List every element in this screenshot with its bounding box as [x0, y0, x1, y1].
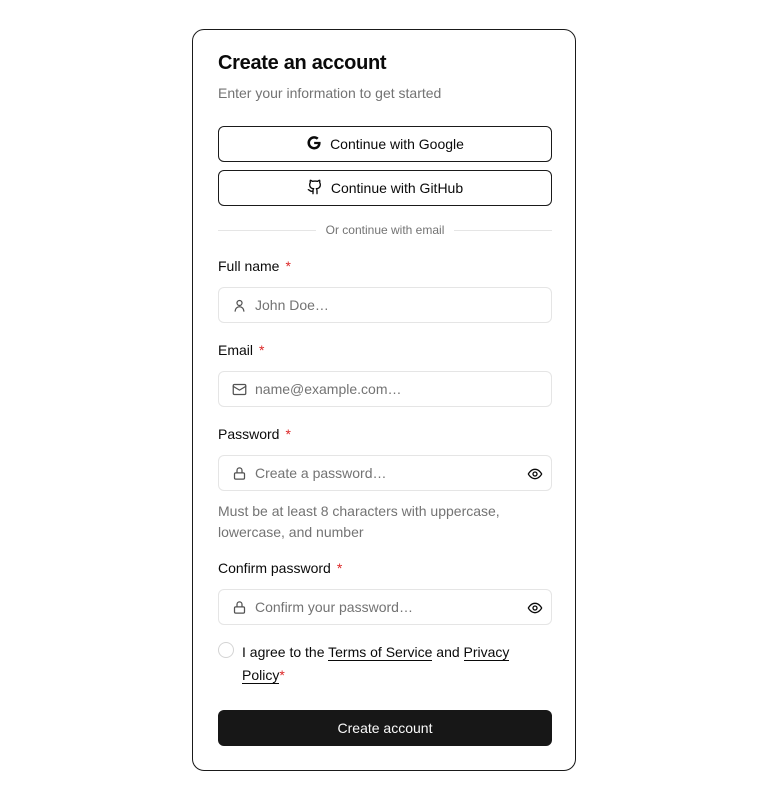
email-label: Email *	[218, 342, 264, 358]
page-subtitle: Enter your information to get started	[218, 85, 442, 101]
google-button-label: Continue with Google	[330, 136, 464, 152]
password-label-text: Password	[218, 426, 280, 442]
github-icon	[307, 179, 323, 198]
terms-agreement-text: I agree to the Terms of Service and Priv…	[242, 641, 542, 687]
email-label-text: Email	[218, 342, 254, 358]
full-name-input[interactable]	[255, 297, 505, 313]
agreement-prefix: I agree to the	[242, 644, 329, 660]
full-name-label-text: Full name	[218, 258, 280, 274]
divider-line-left	[218, 229, 316, 231]
show-password-eye-icon[interactable]	[527, 466, 543, 482]
signup-card: Create an account Enter your information…	[192, 29, 576, 771]
google-icon	[306, 135, 322, 154]
confirm-password-label: Confirm password *	[218, 560, 342, 576]
continue-with-google-button[interactable]: Continue with Google	[218, 126, 552, 162]
create-account-button[interactable]: Create account	[218, 710, 552, 746]
required-asterisk: *	[285, 426, 291, 442]
required-asterisk: *	[279, 667, 285, 683]
terms-checkbox[interactable]	[218, 642, 234, 658]
required-asterisk: *	[336, 560, 343, 576]
full-name-field[interactable]	[218, 287, 552, 323]
password-hint: Must be at least 8 characters with upper…	[218, 503, 500, 540]
password-field[interactable]	[218, 455, 552, 491]
terms-of-service-link[interactable]: Terms of Service	[328, 644, 433, 661]
page-title: Create an account	[218, 52, 387, 74]
agreement-conjunction: and	[432, 644, 464, 660]
email-input[interactable]	[255, 381, 505, 397]
show-confirm-password-eye-icon[interactable]	[527, 600, 543, 616]
confirm-password-input[interactable]	[255, 599, 505, 615]
github-button-label: Continue with GitHub	[330, 180, 464, 196]
full-name-label: Full name *	[218, 258, 291, 274]
user-icon	[231, 297, 247, 313]
divider-line-right	[454, 229, 552, 231]
password-label: Password *	[218, 426, 291, 442]
email-field[interactable]	[218, 371, 552, 407]
continue-with-github-button[interactable]: Continue with GitHub	[218, 170, 552, 206]
required-asterisk: *	[259, 342, 265, 358]
password-input[interactable]	[255, 465, 505, 481]
required-asterisk: *	[285, 258, 291, 274]
confirm-password-label-text: Confirm password	[218, 560, 331, 576]
divider-text: Or continue with email	[325, 223, 445, 237]
mail-icon	[231, 381, 247, 397]
lock-icon	[231, 465, 247, 481]
or-divider: Or continue with email	[218, 223, 552, 237]
confirm-password-field[interactable]	[218, 589, 552, 625]
lock-icon	[231, 599, 247, 615]
